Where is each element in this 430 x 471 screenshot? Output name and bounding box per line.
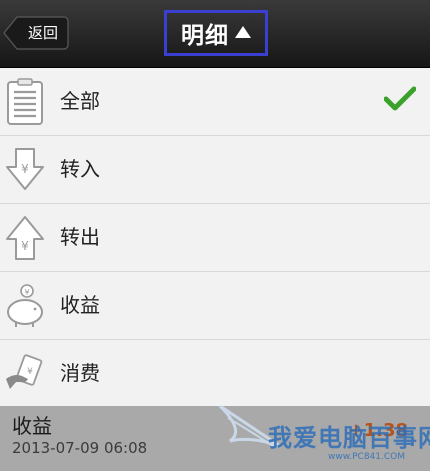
menu-item-transfer-in[interactable]: ¥ 转入 (0, 136, 430, 204)
title-dropdown[interactable]: 明细 (164, 10, 268, 56)
back-button[interactable]: 返回 (3, 16, 69, 50)
menu-item-label: 全部 (60, 89, 100, 113)
menu-item-label: 消费 (60, 361, 100, 385)
menu-item-all[interactable]: 全部 (0, 68, 430, 136)
watermark: 我爱电脑百事网 www.PC841.COM (210, 392, 430, 471)
menu-item-label: 收益 (60, 293, 100, 317)
back-button-label: 返回 (27, 24, 58, 42)
menu-item-earnings[interactable]: ¥ 收益 (0, 272, 430, 340)
filter-menu: 全部 ¥ 转入 ¥ 转出 ¥ 收益 ¥ 消费 (0, 68, 430, 408)
svg-text:¥: ¥ (21, 239, 29, 253)
clipboard-list-icon (7, 78, 43, 125)
svg-text:¥: ¥ (27, 367, 33, 377)
menu-item-label: 转入 (60, 157, 100, 181)
arrow-down-yuan-icon: ¥ (6, 148, 44, 190)
menu-item-transfer-out[interactable]: ¥ 转出 (0, 204, 430, 272)
checkmark-icon (384, 86, 416, 111)
arrow-up-yuan-icon: ¥ (6, 216, 44, 260)
record-timestamp: 2013-07-09 06:08 (12, 439, 148, 457)
menu-item-label: 转出 (60, 225, 100, 249)
svg-text:¥: ¥ (21, 162, 29, 176)
record-title: 收益 (12, 414, 52, 438)
piggy-bank-icon: ¥ (7, 284, 43, 327)
svg-text:¥: ¥ (24, 288, 29, 297)
caret-up-icon (235, 26, 251, 38)
watermark-text: 我爱电脑百事网 (268, 424, 430, 452)
page-title: 明细 (181, 23, 229, 49)
watermark-url: www.PC841.COM (328, 452, 406, 462)
payment-card-icon: ¥ (6, 354, 43, 389)
nav-bar: 返回 明细 (0, 0, 430, 68)
